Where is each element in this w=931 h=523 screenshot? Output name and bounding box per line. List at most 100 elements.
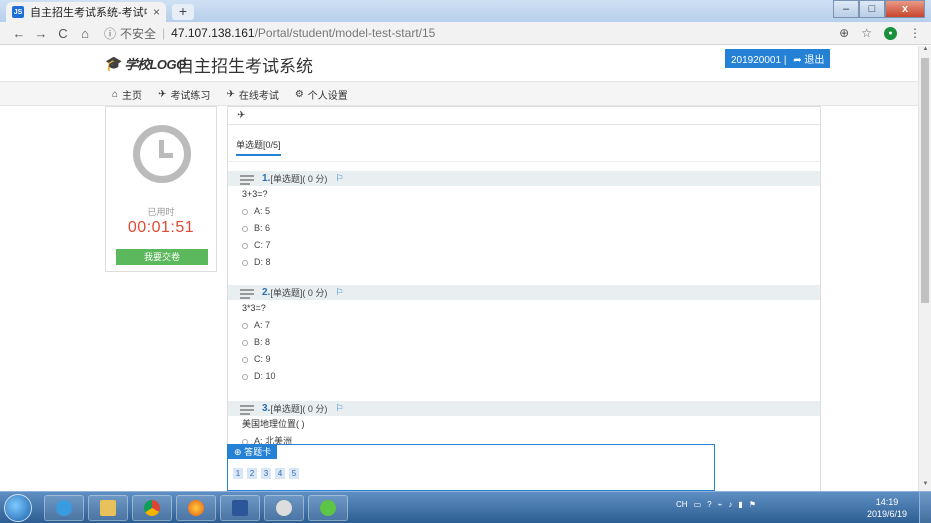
option-d[interactable]: D: 8 [228, 254, 820, 271]
show-desktop-button[interactable] [919, 492, 931, 523]
question-meta: [单选题]( 0 分) [270, 288, 328, 298]
bookmark-flag-icon[interactable]: ⚐ [335, 287, 343, 298]
tab-close-icon[interactable]: × [153, 5, 160, 19]
menu-item-settings[interactable]: ⚙ 个人设置 [295, 87, 348, 102]
option-label: A: 5 [254, 206, 271, 216]
radio-button[interactable] [242, 259, 248, 266]
question-doc-icon [240, 173, 256, 185]
user-box[interactable]: 201920001 | ➦ 退出 [725, 49, 831, 68]
wechat-taskbar-button[interactable] [308, 495, 348, 521]
graduation-cap-icon: 🎓 [105, 55, 123, 71]
option-b[interactable]: B: 8 [228, 334, 820, 351]
school-logo[interactable]: 🎓 学校LOGO [105, 54, 186, 73]
scroll-thumb[interactable] [921, 58, 929, 303]
app-taskbar-button[interactable] [264, 495, 304, 521]
firefox-taskbar-button[interactable] [176, 495, 216, 521]
language-indicator[interactable]: CH [676, 500, 688, 509]
option-label: C: 9 [254, 354, 271, 364]
page-scrollbar[interactable]: ▲ ▼ [918, 46, 931, 491]
question-panel: ✈ 单选题[0/5] 1. [单选题]( 0 分) ⚐ 3+3=? A: 5 B… [227, 106, 821, 491]
question-meta: [单选题]( 0 分) [270, 174, 328, 184]
timer-card: 已用时 00:01:51 我要交卷 [105, 106, 217, 272]
question-number: 2. [262, 287, 271, 298]
zoom-icon[interactable]: ⊕ [839, 26, 849, 40]
favicon-icon: JS [12, 6, 24, 18]
explorer-taskbar-button[interactable] [88, 495, 128, 521]
scroll-up-arrow-icon[interactable]: ▲ [919, 46, 931, 56]
help-icon[interactable]: ? [707, 500, 711, 509]
reload-button[interactable]: C [52, 26, 74, 41]
url-path: /Portal/student/model-test-start/15 [254, 26, 436, 40]
clock-time: 14:19 [875, 497, 899, 507]
answer-card-item[interactable]: 1 [233, 468, 243, 479]
option-d[interactable]: D: 10 [228, 368, 820, 385]
scroll-down-arrow-icon[interactable]: ▼ [919, 481, 931, 491]
site-title: 自主招生考试系统 [177, 57, 313, 76]
radio-button[interactable] [242, 225, 248, 232]
keyboard-icon[interactable]: ▭ [694, 500, 702, 509]
signal-icon[interactable]: ▮ [738, 500, 742, 509]
option-label: B: 6 [254, 223, 271, 233]
home-button[interactable]: ⌂ [74, 26, 96, 41]
bookmark-flag-icon[interactable]: ⚐ [335, 403, 343, 414]
profile-avatar[interactable]: ● [884, 26, 897, 40]
option-c[interactable]: C: 9 [228, 351, 820, 368]
address-right-icons: ⊕ ☆ ● ⋮ [839, 26, 921, 40]
radio-button[interactable] [242, 373, 248, 380]
radio-button[interactable] [242, 208, 248, 215]
word-taskbar-button[interactable] [220, 495, 260, 521]
network-icon[interactable]: ⌁ [718, 500, 723, 509]
new-tab-button[interactable]: + [172, 4, 194, 20]
tab-single-choice[interactable]: 单选题[0/5] [236, 138, 281, 156]
system-tray: CH ▭ ? ⌁ ♪ ▮ ⚑ [676, 500, 756, 509]
menu-item-home[interactable]: ⌂ 主页 [112, 87, 142, 102]
browser-menu-icon[interactable]: ⋮ [909, 26, 921, 40]
menu-item-practice[interactable]: ✈ 考试练习 [158, 87, 210, 102]
option-a[interactable]: A: 7 [228, 317, 820, 334]
info-icon[interactable]: ⓘ [104, 25, 116, 42]
bookmark-flag-icon[interactable]: ⚐ [335, 173, 343, 184]
ie-icon [56, 500, 72, 516]
option-b[interactable]: B: 6 [228, 220, 820, 237]
option-a[interactable]: A: 5 [228, 203, 820, 220]
answer-card-item[interactable]: 2 [247, 468, 257, 479]
bookmark-star-icon[interactable]: ☆ [861, 26, 872, 40]
window-close-button[interactable]: x [885, 0, 925, 18]
submit-exam-button[interactable]: 我要交卷 [116, 249, 208, 265]
question-text: 美国地理位置( ) [242, 419, 305, 429]
firefox-icon [188, 500, 204, 516]
chrome-taskbar-button[interactable] [132, 495, 172, 521]
system-clock[interactable]: 14:19 2019/6/19 [867, 496, 907, 520]
answer-card-title: 答题卡 [244, 447, 272, 457]
menu-item-online-exam[interactable]: ✈ 在线考试 [226, 87, 278, 102]
divider [228, 161, 820, 162]
maximize-button[interactable]: □ [859, 0, 885, 18]
url-field[interactable]: ⓘ 不安全 | 47.107.138.161 /Portal/student/m… [104, 25, 435, 42]
forward-button[interactable]: → [30, 26, 52, 41]
answer-card-item[interactable]: 3 [261, 468, 271, 479]
volume-icon[interactable]: ♪ [728, 500, 732, 509]
flag-icon[interactable]: ⚑ [749, 500, 756, 509]
answer-card-item[interactable]: 5 [289, 468, 299, 479]
browser-tab[interactable]: JS 自主招生考试系统-考试中... × [6, 2, 166, 22]
answer-card-item[interactable]: 4 [275, 468, 285, 479]
back-button[interactable]: ← [8, 26, 30, 41]
start-button[interactable] [4, 494, 32, 522]
answer-card-header[interactable]: ⊕ 答题卡 [228, 445, 278, 459]
menu-label: 个人设置 [307, 91, 348, 102]
answer-card-numbers: 1 2 3 4 5 [233, 468, 299, 479]
radio-button[interactable] [242, 356, 248, 363]
option-label: B: 8 [254, 337, 271, 347]
radio-button[interactable] [242, 242, 248, 249]
logout-link[interactable]: 退出 [804, 55, 824, 66]
radio-button[interactable] [242, 339, 248, 346]
option-c[interactable]: C: 7 [228, 237, 820, 254]
option-label: D: 10 [254, 371, 276, 381]
plus-circle-icon: ⊕ [234, 447, 242, 457]
top-menu-bar: ⌂ 主页 ✈ 考试练习 ✈ 在线考试 ⚙ 个人设置 [0, 82, 918, 106]
option-label: D: 8 [254, 257, 271, 267]
site-header: 🎓 学校LOGO 自主招生考试系统 201920001 | ➦ 退出 [0, 46, 918, 82]
ie-taskbar-button[interactable] [44, 495, 84, 521]
minimize-button[interactable]: – [833, 0, 859, 18]
radio-button[interactable] [242, 322, 248, 329]
